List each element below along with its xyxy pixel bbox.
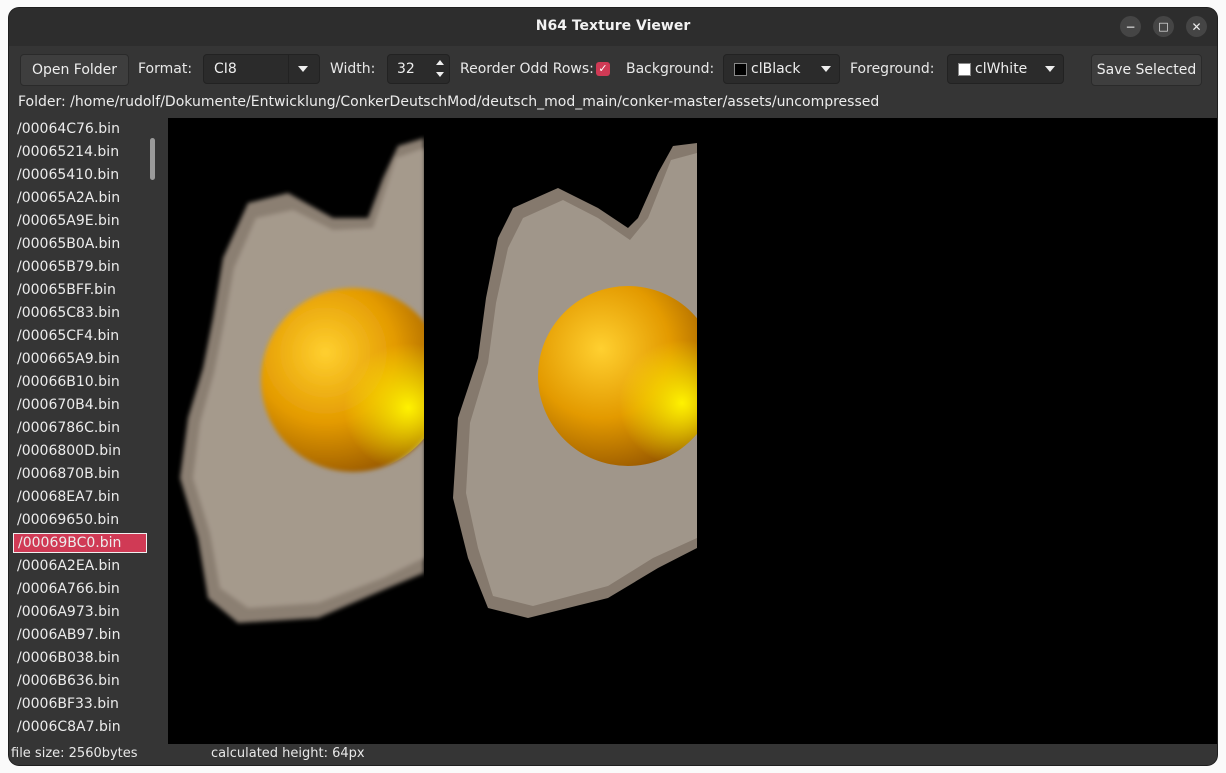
file-list-item[interactable]: /00064C76.bin (13, 119, 147, 139)
background-label: Background: (626, 61, 715, 77)
file-list-item[interactable]: /0006A973.bin (13, 602, 147, 622)
file-list-item[interactable]: /00065B0A.bin (13, 234, 147, 254)
title-bar[interactable]: N64 Texture Viewer − □ ✕ (9, 8, 1217, 46)
reorder-odd-rows-label: Reorder Odd Rows: (460, 61, 594, 77)
file-list-item[interactable]: /0006C8A7.bin (13, 717, 147, 737)
maximize-icon: □ (1158, 20, 1169, 33)
texture-image (180, 138, 697, 623)
file-list-item[interactable]: /00065A2A.bin (13, 188, 147, 208)
file-list[interactable]: /00064C76.bin/00065214.bin/00065410.bin /… (11, 118, 159, 744)
chevron-down-icon (288, 55, 289, 83)
file-list-item[interactable]: /00069BC0.bin (13, 533, 147, 553)
chevron-down-icon (298, 66, 308, 72)
egg-white-left (180, 138, 424, 623)
format-value: CI8 (214, 61, 237, 77)
scrollbar-thumb[interactable] (150, 138, 155, 180)
file-list-item[interactable]: /0006A766.bin (13, 579, 147, 599)
file-list-item[interactable]: /00065214.bin (13, 142, 147, 162)
file-list-item[interactable]: /0006AB97.bin (13, 625, 147, 645)
width-value: 32 (397, 61, 415, 77)
file-list-item[interactable]: /0006B636.bin (13, 671, 147, 691)
width-spinner[interactable]: 32 (387, 54, 450, 84)
foreground-value: clWhite (975, 61, 1028, 77)
close-button[interactable]: ✕ (1186, 16, 1207, 37)
save-selected-button[interactable]: Save Selected (1091, 54, 1202, 86)
file-list-item[interactable]: /00066B10.bin (13, 372, 147, 392)
width-label: Width: (330, 61, 376, 77)
folder-path: Folder: /home/rudolf/Dokumente/Entwicklu… (18, 94, 880, 110)
file-list-item[interactable]: /0006BF33.bin (13, 694, 147, 714)
minimize-button[interactable]: − (1120, 16, 1141, 37)
app-window: N64 Texture Viewer − □ ✕ Open Folder For… (9, 8, 1217, 765)
spin-down-icon[interactable] (436, 72, 444, 77)
reorder-odd-rows-checkbox[interactable]: ✓ (596, 62, 610, 76)
file-list-item[interactable]: /00065B79.bin (13, 257, 147, 277)
file-list-item[interactable]: /000665A9.bin (13, 349, 147, 369)
file-list-item[interactable]: /00065410.bin (13, 165, 147, 185)
file-list-item[interactable]: /00068EA7.bin (13, 487, 147, 507)
file-list-item[interactable]: /0006870B.bin (13, 464, 147, 484)
file-list-item[interactable]: /0006A2EA.bin (13, 556, 147, 576)
window-title: N64 Texture Viewer (535, 18, 691, 34)
format-label: Format: (138, 61, 193, 77)
calculated-height-status: calculated height: 64px (211, 746, 365, 761)
foreground-label: Foreground: (850, 61, 935, 77)
file-list-item[interactable]: /000670B4.bin (13, 395, 147, 415)
maximize-button[interactable]: □ (1153, 16, 1174, 37)
close-icon: ✕ (1191, 19, 1202, 34)
file-list-item[interactable]: /00065CF4.bin (13, 326, 147, 346)
file-list-item[interactable]: /00065C83.bin (13, 303, 147, 323)
spin-up-icon[interactable] (436, 60, 444, 65)
file-size-status: file size: 2560bytes (11, 746, 138, 761)
background-swatch (734, 62, 747, 76)
foreground-color-select[interactable]: clWhite (947, 54, 1064, 84)
foreground-swatch (958, 62, 971, 76)
status-bar: file size: 2560bytes calculated height: … (9, 744, 1217, 765)
file-list-item[interactable]: /00065A9E.bin (13, 211, 147, 231)
file-list-item[interactable]: /00069650.bin (13, 510, 147, 530)
background-value: clBlack (751, 61, 801, 77)
egg-white-right (453, 143, 697, 618)
open-folder-button[interactable]: Open Folder (20, 54, 129, 86)
background-color-select[interactable]: clBlack (723, 54, 840, 84)
texture-preview (168, 118, 1217, 744)
minimize-icon: − (1125, 19, 1136, 34)
file-list-item[interactable]: /00065BFF.bin (13, 280, 147, 300)
file-list-scrollbar[interactable] (149, 118, 157, 744)
file-list-item[interactable]: /0006800D.bin (13, 441, 147, 461)
file-list-item[interactable]: /0006B038.bin (13, 648, 147, 668)
chevron-down-icon (1045, 66, 1055, 72)
toolbar: Open Folder Format: CI8 Width: 32 Reorde… (9, 46, 1217, 92)
file-list-item[interactable]: /0006786C.bin (13, 418, 147, 438)
format-select[interactable]: CI8 (203, 54, 320, 84)
chevron-down-icon (821, 66, 831, 72)
